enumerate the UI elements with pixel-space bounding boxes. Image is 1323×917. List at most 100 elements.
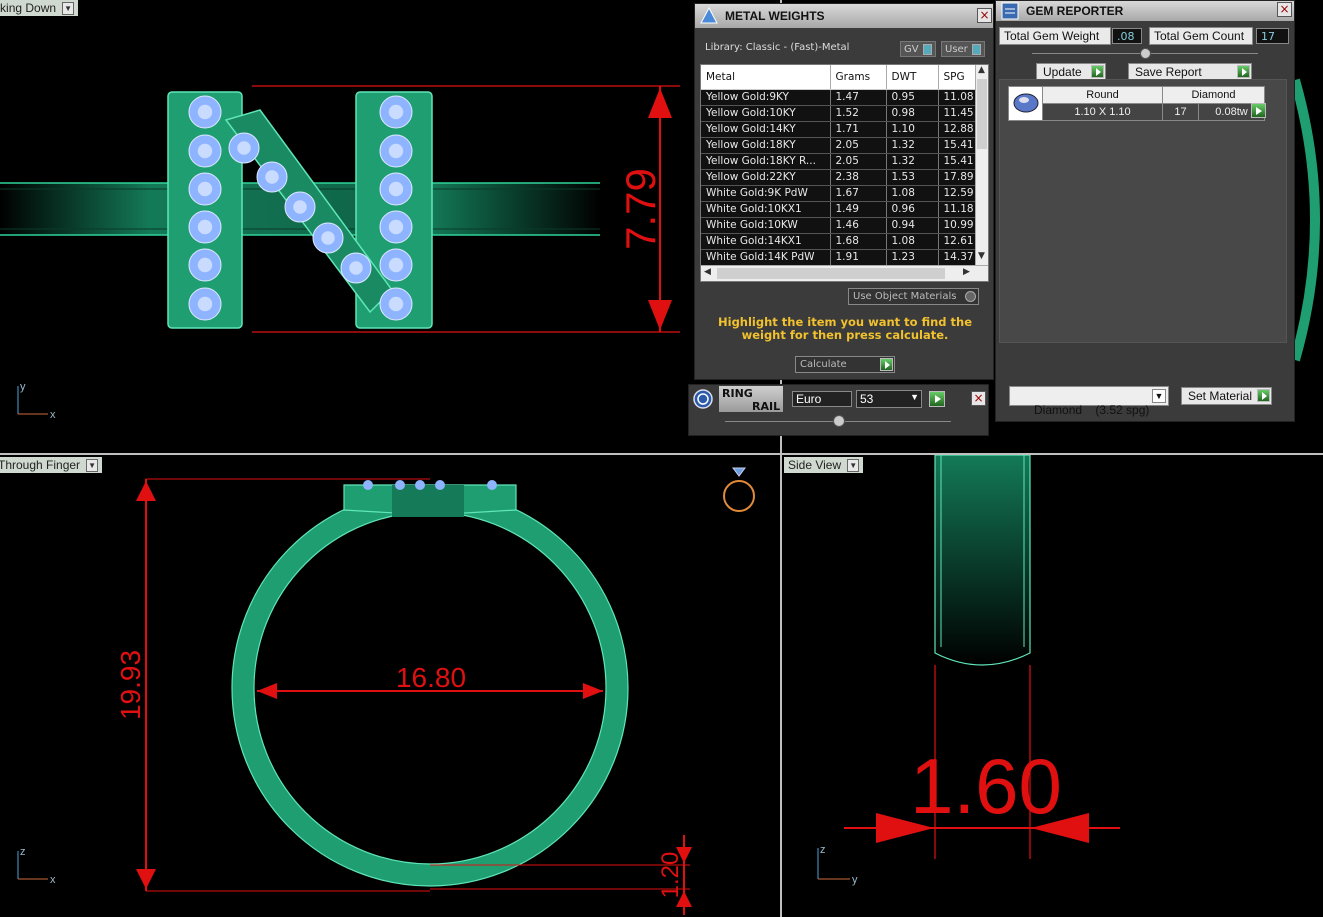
update-label: Update bbox=[1043, 65, 1082, 79]
table-row[interactable]: White Gold:10KX1 1.49 0.96 11.18 bbox=[701, 201, 979, 218]
table-row[interactable]: Yellow Gold:22KY 2.38 1.53 17.89 bbox=[701, 169, 979, 186]
diamond-facet bbox=[197, 104, 213, 120]
view-selector-finger[interactable]: Through Finger ▼ bbox=[0, 457, 103, 473]
table-row[interactable]: White Gold:10KW 1.46 0.94 10.99 bbox=[701, 217, 979, 234]
viewport-top-looking-down[interactable]: 7.79 y x Looking Down ▼ bbox=[0, 0, 780, 453]
column-header-grams[interactable]: Grams bbox=[830, 65, 887, 90]
dwt-cell: 0.94 bbox=[886, 217, 939, 234]
diamond-stone bbox=[395, 480, 405, 490]
grams-cell: 2.05 bbox=[830, 137, 887, 154]
dimension-total-height: 19.93 bbox=[115, 650, 146, 720]
metal-cell: Yellow Gold:14KY bbox=[701, 121, 831, 138]
select-gem-button[interactable] bbox=[1251, 103, 1266, 118]
grams-cell: 1.46 bbox=[830, 217, 887, 234]
ring-rail-title: RING RAIL bbox=[719, 386, 783, 413]
diamond-facet bbox=[388, 257, 404, 273]
chevron-down-icon[interactable]: ▼ bbox=[86, 458, 99, 472]
diamond-facet bbox=[197, 296, 213, 312]
close-icon[interactable]: × bbox=[977, 8, 992, 23]
play-icon bbox=[1237, 65, 1250, 78]
scroll-right-icon[interactable]: ▶ bbox=[963, 267, 970, 277]
total-gem-weight-value: .08 bbox=[1112, 28, 1142, 44]
gv-toggle[interactable]: GV bbox=[900, 41, 936, 57]
scroll-up-icon[interactable]: ▲ bbox=[978, 65, 985, 75]
grams-cell: 1.68 bbox=[830, 233, 887, 250]
spg-cell: 12.61 bbox=[938, 233, 979, 250]
play-icon bbox=[880, 358, 893, 371]
diamond-facet bbox=[197, 219, 213, 235]
metal-weights-titlebar[interactable]: METAL WEIGHTS bbox=[695, 4, 993, 28]
table-row[interactable]: White Gold:14K PdW 1.91 1.23 14.37 bbox=[701, 249, 979, 266]
axis-label-y: y bbox=[20, 381, 26, 393]
axis-label-z: z bbox=[20, 846, 26, 858]
diamond-stone bbox=[435, 480, 445, 490]
gem-row[interactable]: Round Diamond bbox=[1008, 86, 1265, 121]
table-row[interactable]: White Gold:14KX1 1.68 1.08 12.61 bbox=[701, 233, 979, 250]
spg-cell: 17.89 bbox=[938, 169, 979, 186]
set-material-button[interactable]: Set Material bbox=[1181, 387, 1272, 405]
spg-cell: 12.88 bbox=[938, 121, 979, 138]
metal-cell: White Gold:9K PdW bbox=[701, 185, 831, 202]
gem-reporter-titlebar[interactable]: GEM REPORTER bbox=[996, 1, 1294, 21]
column-header-metal[interactable]: Metal bbox=[701, 65, 831, 90]
column-header-dwt[interactable]: DWT bbox=[886, 65, 939, 90]
ring-rail-title-line1: RING bbox=[722, 387, 753, 400]
scroll-down-icon[interactable]: ▼ bbox=[978, 251, 985, 261]
material-select-value: Diamond (3.52 spg) bbox=[1034, 403, 1150, 417]
vertical-scrollbar[interactable]: ▲ ▼ bbox=[975, 65, 988, 265]
grams-cell: 2.38 bbox=[830, 169, 887, 186]
scroll-left-icon[interactable]: ◀ bbox=[704, 267, 711, 277]
spg-cell: 15.41 bbox=[938, 153, 979, 170]
ring-rail-icon bbox=[693, 389, 713, 409]
play-icon bbox=[935, 395, 941, 403]
calculate-button[interactable]: Calculate bbox=[795, 356, 895, 373]
ring-icon bbox=[723, 467, 755, 512]
dwt-cell: 1.32 bbox=[886, 153, 939, 170]
close-icon[interactable]: × bbox=[971, 391, 986, 406]
view-label: Side View bbox=[788, 458, 842, 472]
table-row[interactable]: Yellow Gold:18KY R... 2.05 1.32 15.41 bbox=[701, 153, 979, 170]
gv-label: GV bbox=[904, 43, 919, 55]
apply-size-button[interactable] bbox=[929, 391, 945, 407]
spg-cell: 11.08 bbox=[938, 89, 979, 106]
axis-label-x: x bbox=[50, 874, 56, 886]
viewport-side-view[interactable]: 1.60 z y Side View ▼ bbox=[782, 455, 1323, 917]
ring-size-select[interactable]: 53 ▼ bbox=[856, 390, 922, 408]
table-row[interactable]: Yellow Gold:9KY 1.47 0.95 11.08 bbox=[701, 89, 979, 106]
background-ring-edge bbox=[1295, 78, 1320, 362]
table-row[interactable]: Yellow Gold:10KY 1.52 0.98 11.45 bbox=[701, 105, 979, 122]
chevron-down-icon[interactable]: ▼ bbox=[62, 1, 75, 15]
use-object-materials-toggle[interactable]: Use Object Materials bbox=[848, 288, 979, 305]
size-standard-field[interactable]: Euro bbox=[792, 391, 852, 407]
slider-handle-icon[interactable] bbox=[1140, 48, 1151, 59]
close-icon[interactable]: × bbox=[1277, 2, 1292, 17]
grams-cell: 1.52 bbox=[830, 105, 887, 122]
viewport-through-finger[interactable]: 19.93 16.80 1.20 z x Through Finger ▼ bbox=[0, 455, 780, 917]
user-toggle[interactable]: User bbox=[941, 41, 985, 57]
front-view-canvas: 19.93 16.80 1.20 z x bbox=[17, 467, 755, 915]
diamond-facet bbox=[265, 170, 279, 184]
diamond-facet bbox=[197, 257, 213, 273]
viewport-divider-horizontal[interactable] bbox=[0, 453, 1323, 455]
table-row[interactable]: Yellow Gold:18KY 2.05 1.32 15.41 bbox=[701, 137, 979, 154]
gem-row-details[interactable]: 1.10 X 1.10 17 0.08tw bbox=[1009, 103, 1265, 121]
material-select[interactable]: Diamond (3.52 spg) ▼ bbox=[1009, 386, 1169, 417]
scroll-thumb[interactable] bbox=[977, 79, 987, 149]
diamond-facet bbox=[388, 104, 404, 120]
slider-handle-icon[interactable] bbox=[833, 415, 845, 427]
metal-cell: White Gold:14KX1 bbox=[701, 233, 831, 250]
scroll-thumb[interactable] bbox=[717, 268, 945, 279]
column-header-spg[interactable]: SPG bbox=[938, 65, 979, 90]
diamond-stone bbox=[487, 480, 497, 490]
table-row[interactable]: White Gold:9K PdW 1.67 1.08 12.59 bbox=[701, 185, 979, 202]
view-selector-side[interactable]: Side View ▼ bbox=[784, 457, 864, 473]
horizontal-scrollbar[interactable]: ◀ ▶ bbox=[701, 265, 988, 281]
ring-size-value: 53 bbox=[860, 392, 874, 406]
view-selector-top[interactable]: Looking Down ▼ bbox=[0, 0, 79, 16]
table-row[interactable]: Yellow Gold:14KY 1.71 1.10 12.88 bbox=[701, 121, 979, 138]
chevron-down-icon[interactable]: ▼ bbox=[847, 458, 860, 472]
metal-table[interactable]: Metal Grams DWT SPG Yellow Gold:9KY 1.47 0… bbox=[700, 64, 989, 282]
play-icon bbox=[1257, 389, 1270, 402]
dimension-band-thickness: 1.20 bbox=[657, 852, 684, 899]
dwt-cell: 1.10 bbox=[886, 121, 939, 138]
